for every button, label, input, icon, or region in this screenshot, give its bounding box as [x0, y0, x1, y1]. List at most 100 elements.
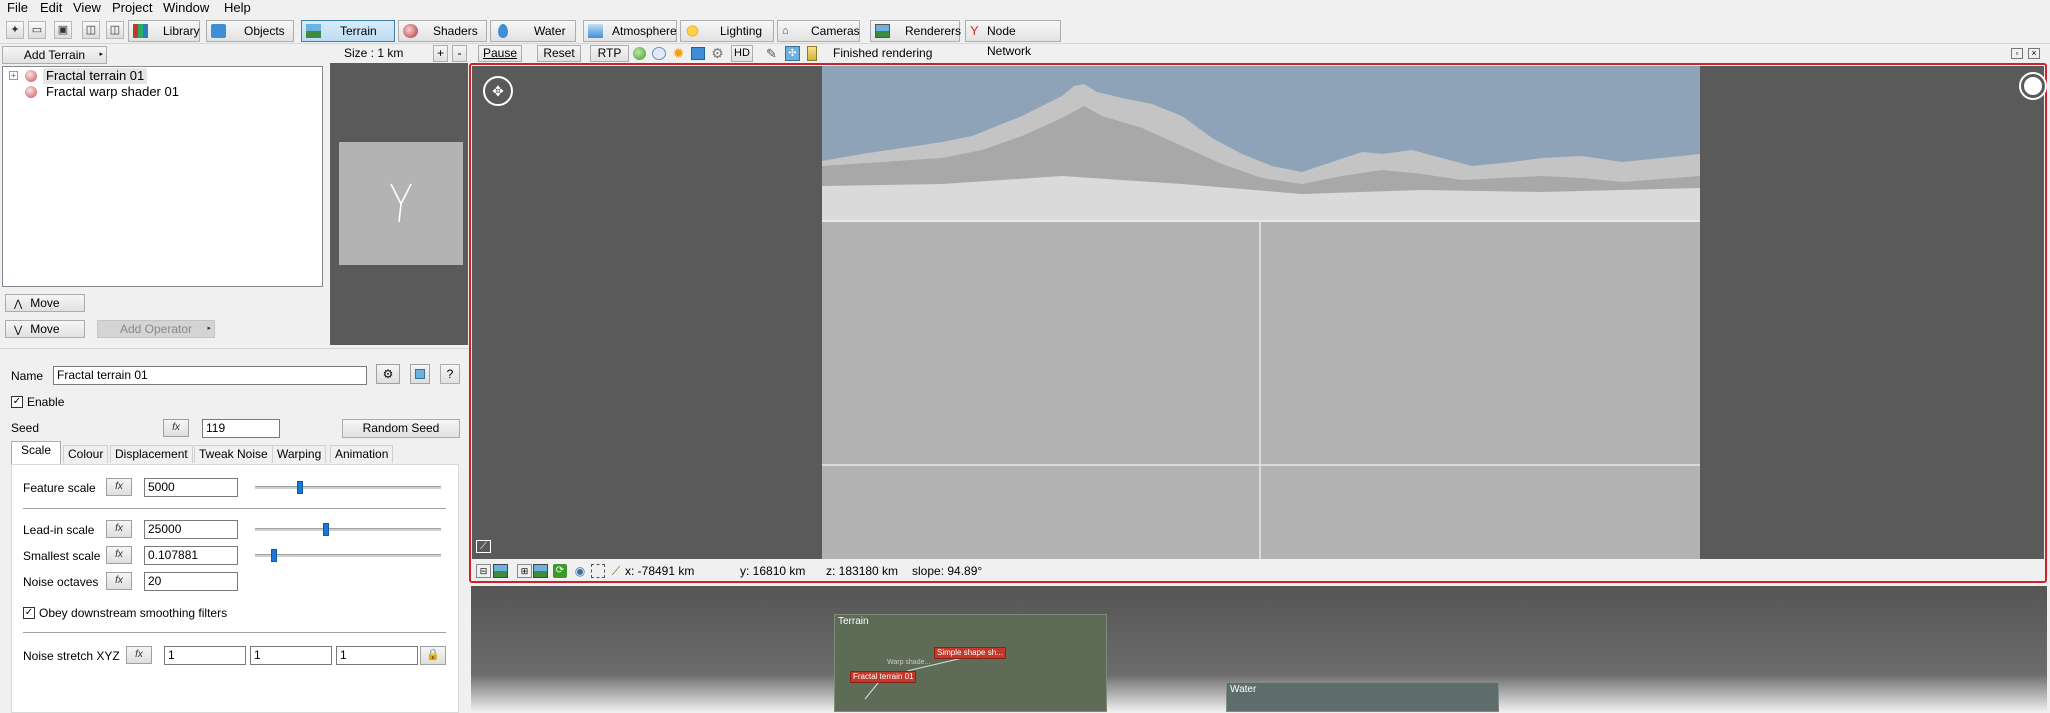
- slope-tool-icon[interactable]: ⟋: [609, 564, 623, 578]
- preview-toggle-icon[interactable]: [410, 364, 430, 384]
- enable-checkbox[interactable]: ✓: [11, 396, 23, 408]
- tab-node-network[interactable]: Y Node Network: [965, 20, 1061, 58]
- coord-y-readout: y: 16810 km: [740, 564, 806, 578]
- navigation-compass-icon[interactable]: ✥: [483, 76, 513, 106]
- save-project-icon[interactable]: ▣: [54, 21, 72, 39]
- tab-lighting[interactable]: Lighting: [680, 20, 774, 42]
- zoom-out-button[interactable]: -: [452, 45, 467, 62]
- noise-stretch-function-icon[interactable]: fx: [126, 646, 152, 664]
- feature-scale-field[interactable]: 5000: [144, 478, 238, 497]
- menu-help[interactable]: Help: [224, 0, 251, 16]
- name-field[interactable]: Fractal terrain 01: [53, 366, 367, 385]
- tab-colour[interactable]: Colour: [63, 445, 109, 463]
- expand-icon[interactable]: +: [9, 71, 18, 80]
- rtp-button[interactable]: RTP: [590, 45, 629, 62]
- obey-smoothing-checkbox[interactable]: ✓: [23, 607, 35, 619]
- feature-scale-slider-thumb[interactable]: [296, 481, 303, 494]
- seed-field[interactable]: 119: [202, 419, 280, 438]
- tree-item-fractal-warp-shader[interactable]: Fractal warp shader 01: [46, 84, 179, 100]
- render-settings-icon[interactable]: ◫: [106, 21, 124, 39]
- pick-tool-icon[interactable]: ✎: [766, 46, 781, 61]
- tab-cameras[interactable]: ⌂ Cameras: [777, 20, 860, 42]
- tab-tweak-noise[interactable]: Tweak Noise: [194, 445, 273, 463]
- tab-animation[interactable]: Animation: [330, 445, 394, 463]
- add-operator-button[interactable]: Add Operator ▸: [97, 320, 215, 338]
- menu-window[interactable]: Window: [163, 0, 209, 16]
- smallest-scale-slider-track[interactable]: [255, 554, 441, 557]
- viewport-options-icon[interactable]: ⟋: [476, 540, 491, 553]
- help-button[interactable]: ?: [440, 364, 460, 384]
- seed-function-icon[interactable]: fx: [163, 419, 189, 437]
- viewport-canvas[interactable]: ✥ ⟋: [472, 66, 2047, 559]
- feature-scale-function-icon[interactable]: fx: [106, 478, 132, 496]
- noise-stretch-z-field[interactable]: 1: [336, 646, 418, 665]
- node-settings-gear-icon[interactable]: ⚙: [376, 364, 400, 384]
- noise-octaves-field[interactable]: 20: [144, 572, 238, 591]
- zoom-in-button[interactable]: +: [433, 45, 448, 62]
- hd-button[interactable]: HD: [731, 45, 753, 62]
- render-objects-toggle-icon[interactable]: [691, 47, 705, 60]
- view-mode-icon[interactable]: ⊟: [476, 564, 491, 578]
- tree-item-fractal-terrain[interactable]: Fractal terrain 01: [43, 68, 148, 84]
- maximize-view-icon[interactable]: ▫: [2011, 48, 2023, 59]
- water-drop-icon: [498, 24, 508, 38]
- divider: [23, 632, 446, 633]
- noise-stretch-x-field[interactable]: 1: [164, 646, 246, 665]
- smallest-scale-function-icon[interactable]: fx: [106, 546, 132, 564]
- lock-icon[interactable]: 🔒: [420, 646, 446, 665]
- random-seed-button[interactable]: Random Seed: [342, 419, 460, 438]
- tab-scale[interactable]: Scale: [11, 441, 61, 464]
- menu-view[interactable]: View: [73, 0, 101, 16]
- preview-icon[interactable]: ⊞: [517, 564, 532, 578]
- leadin-scale-function-icon[interactable]: fx: [106, 520, 132, 538]
- open-project-icon[interactable]: ▭: [28, 21, 46, 39]
- tab-library[interactable]: Library: [128, 20, 200, 42]
- sun-position-icon[interactable]: [2019, 72, 2047, 100]
- menu-edit[interactable]: Edit: [40, 0, 62, 16]
- camera-view-icon[interactable]: [493, 564, 508, 578]
- tab-terrain[interactable]: Terrain: [301, 20, 395, 42]
- smallest-scale-field[interactable]: 0.107881: [144, 546, 238, 565]
- renderer-icon: [875, 24, 890, 38]
- node-fractal-terrain[interactable]: Fractal terrain 01: [850, 671, 917, 683]
- tab-atmosphere[interactable]: Atmosphere: [583, 20, 677, 42]
- add-terrain-button[interactable]: Add Terrain ▸: [2, 46, 107, 64]
- eye-icon[interactable]: ◉: [573, 564, 587, 578]
- smallest-scale-slider-thumb[interactable]: [270, 549, 277, 562]
- render-lighting-toggle-icon[interactable]: ✹: [671, 46, 686, 61]
- leadin-scale-slider-track[interactable]: [255, 528, 441, 531]
- tab-water[interactable]: Water: [490, 20, 576, 42]
- node-warp-shader[interactable]: Warp shade...: [887, 659, 930, 666]
- refresh-icon[interactable]: ⟳: [553, 564, 567, 578]
- exposure-icon[interactable]: [807, 46, 817, 61]
- move-up-button[interactable]: ⋀ Move: [5, 294, 85, 312]
- node-network-canvas[interactable]: Terrain Simple shape sh... Warp shade...…: [471, 586, 2047, 712]
- render-preview-icon[interactable]: [533, 564, 548, 578]
- tab-displacement[interactable]: Displacement: [110, 445, 193, 463]
- crop-tool-icon[interactable]: ✣: [785, 46, 800, 61]
- reset-button[interactable]: Reset: [537, 45, 581, 62]
- render-terrain-toggle-icon[interactable]: [633, 47, 646, 60]
- leadin-scale-field[interactable]: 25000: [144, 520, 238, 539]
- render-atmosphere-toggle-icon[interactable]: [652, 47, 666, 60]
- tab-renderers[interactable]: Renderers: [870, 20, 961, 42]
- noise-stretch-label: Noise stretch XYZ: [23, 649, 120, 663]
- render-status: Finished rendering: [833, 46, 933, 60]
- render-icon[interactable]: ◫: [82, 21, 100, 39]
- leadin-scale-slider-thumb[interactable]: [322, 523, 329, 536]
- tab-warping[interactable]: Warping: [272, 445, 327, 463]
- menu-project[interactable]: Project: [112, 0, 152, 16]
- frame-icon[interactable]: [591, 564, 605, 578]
- render-settings-gear-icon[interactable]: ⚙: [710, 46, 725, 61]
- noise-stretch-y-field[interactable]: 1: [250, 646, 332, 665]
- noise-octaves-function-icon[interactable]: fx: [106, 572, 132, 590]
- node-simple-shape-shader[interactable]: Simple shape sh...: [934, 647, 1006, 659]
- new-project-icon[interactable]: ✦: [6, 21, 24, 39]
- feature-scale-slider-track[interactable]: [255, 486, 441, 489]
- pause-button[interactable]: Pause: [478, 45, 522, 62]
- menu-file[interactable]: File: [7, 0, 28, 16]
- move-down-button[interactable]: ⋁ Move: [5, 320, 85, 338]
- tab-objects[interactable]: Objects: [206, 20, 294, 42]
- close-view-icon[interactable]: ×: [2028, 48, 2040, 59]
- tab-shaders[interactable]: Shaders: [398, 20, 487, 42]
